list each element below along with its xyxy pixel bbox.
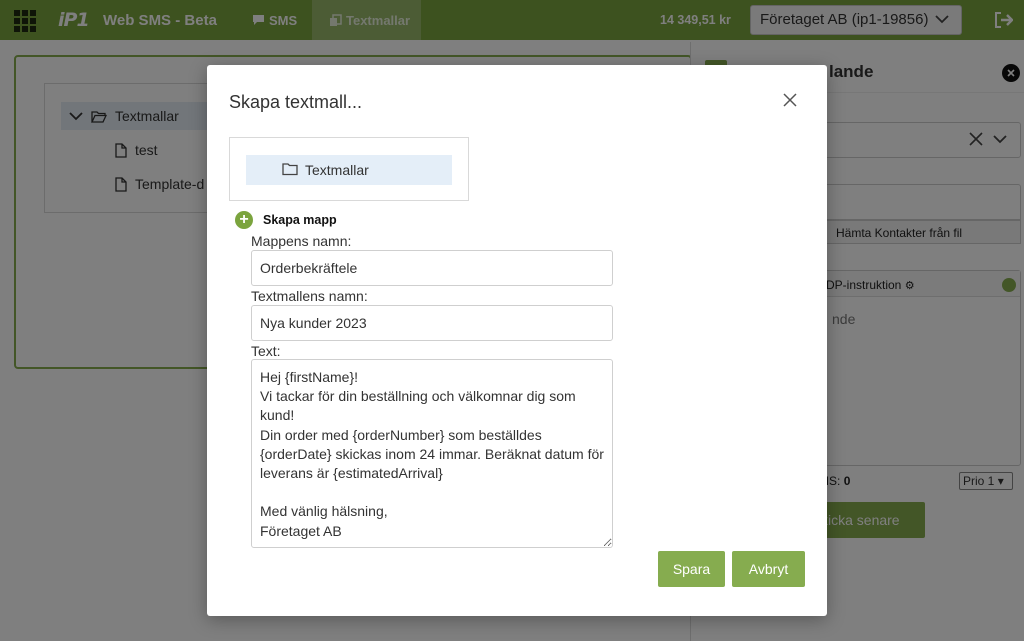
folder-item-textmallar[interactable]: Textmallar [246,155,452,185]
template-text-area[interactable]: Hej {firstName}! Vi tackar för din bestä… [251,359,613,548]
folder-name-label: Mappens namn: [251,233,352,249]
close-icon[interactable] [783,93,797,107]
text-label: Text: [251,343,281,359]
folder-item-label: Textmallar [305,162,369,178]
dialog-title: Skapa textmall... [229,92,363,112]
create-folder-label: Skapa mapp [263,213,337,227]
create-folder-button[interactable]: + Skapa mapp [235,211,337,229]
create-template-dialog: Skapa textmall... Textmallar + Skapa map… [207,65,827,616]
folder-icon [282,163,298,176]
folder-picker: Textmallar [229,137,469,201]
save-button[interactable]: Spara [658,551,725,587]
template-name-label: Textmallens namn: [251,288,368,304]
cancel-button[interactable]: Avbryt [732,551,805,587]
folder-name-input[interactable] [251,250,613,286]
template-name-input[interactable] [251,305,613,341]
plus-icon: + [235,211,253,229]
